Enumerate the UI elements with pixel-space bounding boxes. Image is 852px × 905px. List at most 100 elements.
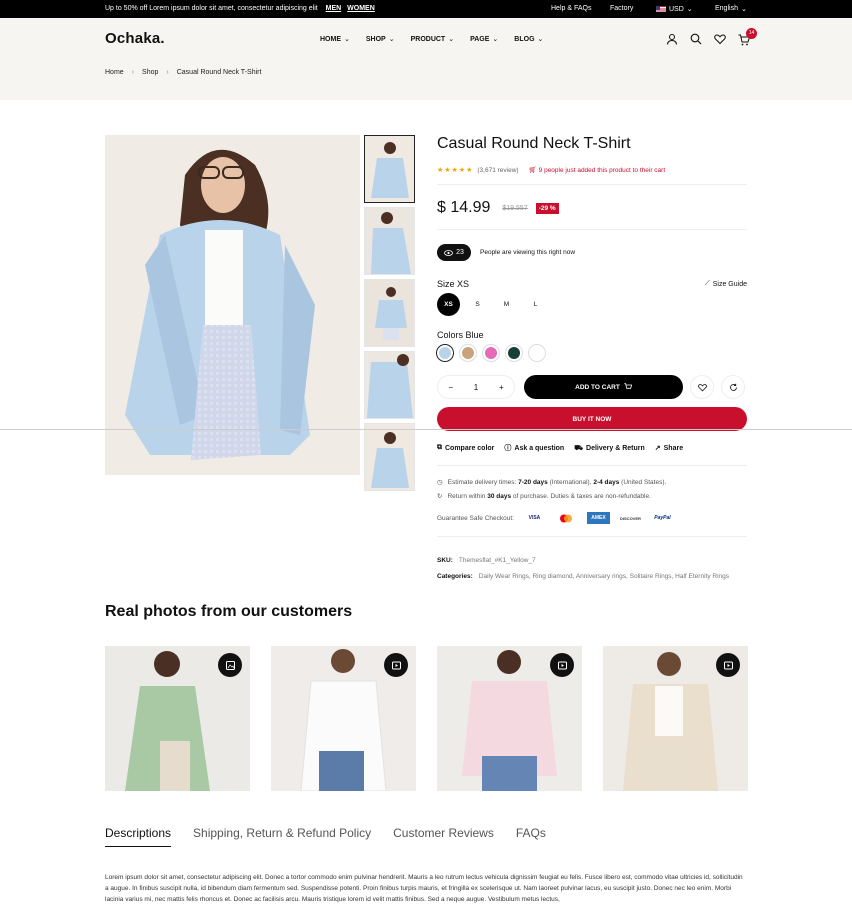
decrease-button[interactable]: − — [448, 383, 453, 392]
ask-question-link[interactable]: ⓘ Ask a question — [504, 443, 564, 453]
color-swatch[interactable] — [437, 345, 453, 361]
breadcrumb: Home › Shop › Casual Round Neck T-Shirt — [105, 69, 261, 76]
play-video-icon[interactable] — [716, 653, 740, 677]
color-swatch[interactable] — [506, 345, 522, 361]
customer-photo[interactable] — [437, 646, 582, 791]
us-flag-icon — [656, 6, 666, 12]
delivery-return-link[interactable]: ⛟ Delivery & Return — [574, 443, 645, 453]
sku-value: Themesflat_#K1_Yellow_7 — [458, 557, 536, 564]
current-price: $ 14.99 — [437, 199, 491, 216]
clock-icon: ◷ — [437, 479, 443, 486]
breadcrumb-current: Casual Round Neck T-Shirt — [176, 69, 262, 76]
chevron-down-icon: ⌄ — [344, 36, 350, 43]
women-link[interactable]: WOMEN — [347, 5, 375, 12]
divider — [437, 465, 747, 466]
thumbnail-list — [364, 135, 416, 495]
tab-shipping-return[interactable]: Shipping, Return & Refund Policy — [193, 826, 371, 847]
customer-photo[interactable] — [603, 646, 748, 791]
language-select[interactable]: English ⌄ — [715, 5, 747, 13]
chevron-right-icon: › — [166, 69, 169, 76]
nav-page[interactable]: PAGE ⌄ — [470, 35, 498, 43]
safe-checkout: Guarantee Safe Checkout: VISA AMEX DISCO… — [437, 512, 747, 524]
size-option[interactable]: L — [524, 293, 547, 316]
men-link[interactable]: MEN — [326, 5, 342, 12]
currency-select[interactable]: USD ⌄ — [656, 5, 693, 13]
cart-count-badge: 14 — [746, 28, 757, 39]
size-option[interactable]: M — [495, 293, 518, 316]
chevron-down-icon: ⌄ — [388, 36, 395, 43]
tab-faqs[interactable]: FAQs — [516, 826, 546, 847]
customer-photo[interactable] — [105, 646, 250, 791]
size-option[interactable]: XS — [437, 293, 460, 316]
model-photo — [105, 135, 360, 475]
increase-button[interactable]: + — [499, 383, 504, 392]
thumbnail-image[interactable] — [364, 423, 415, 491]
nav-product[interactable]: PRODUCT ⌄ — [411, 35, 455, 43]
thumbnail-image[interactable] — [364, 279, 415, 347]
viewers-row: 23 People are viewing this right now — [437, 244, 747, 261]
color-label: Colors Blue — [437, 330, 484, 340]
cart-row: − 1 + ADD TO CART — [437, 375, 747, 399]
wishlist-button[interactable] — [690, 375, 714, 399]
question-icon: ⓘ — [504, 445, 512, 452]
logo[interactable]: Ochaka. — [105, 30, 165, 47]
cart-activity-note: 🛒︎ 9 people just added this product to t… — [528, 167, 666, 174]
customer-photo[interactable] — [271, 646, 416, 791]
size-option[interactable]: S — [466, 293, 489, 316]
divider — [437, 229, 747, 230]
product-tabs: Descriptions Shipping, Return & Refund P… — [105, 826, 546, 847]
chevron-down-icon: ⌄ — [740, 6, 747, 13]
viewers-pill: 23 — [437, 244, 471, 261]
discount-badge: -29 % — [535, 202, 559, 214]
chevron-down-icon: ⌄ — [686, 6, 693, 13]
color-options — [437, 345, 747, 361]
chevron-down-icon: ⌄ — [492, 36, 499, 43]
nav-home[interactable]: HOME ⌄ — [320, 35, 350, 43]
heart-icon[interactable] — [714, 33, 726, 45]
product-main-image[interactable] — [105, 135, 360, 475]
color-swatch[interactable] — [483, 345, 499, 361]
search-icon[interactable] — [690, 33, 702, 45]
user-icon[interactable] — [666, 33, 678, 45]
tab-customer-reviews[interactable]: Customer Reviews — [393, 826, 494, 847]
size-row: Size XS ⟋ Size Guide — [437, 279, 747, 289]
header-icons: 14 — [666, 28, 757, 46]
play-video-icon[interactable] — [550, 653, 574, 677]
play-video-icon[interactable] — [384, 653, 408, 677]
breadcrumb-shop[interactable]: Shop — [142, 69, 158, 76]
add-to-cart-button[interactable]: ADD TO CART — [524, 375, 683, 399]
compare-button[interactable] — [721, 375, 745, 399]
thumbnail-image[interactable] — [364, 135, 415, 203]
factory-link[interactable]: Factory — [610, 5, 633, 12]
promo-text: Up to 50% off Lorem ipsum dolor sit amet… — [105, 5, 375, 12]
share-icon: ↗ — [654, 445, 661, 452]
thumbnail-image[interactable] — [364, 207, 415, 275]
size-label: Size XS — [437, 279, 470, 289]
truck-icon: ⛟ — [574, 444, 584, 452]
chevron-down-icon: ⌄ — [448, 36, 455, 43]
visa-icon: VISA — [528, 515, 541, 521]
review-count[interactable]: (3,671 review) — [477, 167, 518, 174]
divider — [437, 184, 747, 185]
nav-shop[interactable]: SHOP ⌄ — [366, 35, 395, 43]
eye-icon — [444, 249, 453, 256]
cart-button[interactable]: 14 — [738, 28, 757, 46]
tab-descriptions[interactable]: Descriptions — [105, 826, 172, 847]
compare-color-link[interactable]: ⧉ Compare color — [437, 443, 494, 453]
share-link[interactable]: ↗ Share — [655, 443, 683, 453]
checkout-label: Guarantee Safe Checkout: — [437, 514, 514, 522]
thumbnail-image[interactable] — [364, 351, 415, 419]
color-swatch[interactable] — [529, 345, 545, 361]
product-meta: SKU: Themesflat_#K1_Yellow_7 Categories: D… — [437, 557, 729, 580]
product-title: Casual Round Neck T-Shirt — [437, 135, 631, 152]
image-icon[interactable] — [218, 653, 242, 677]
breadcrumb-home[interactable]: Home — [105, 69, 124, 76]
real-photos-grid — [105, 646, 748, 791]
nav-blog[interactable]: BLOG ⌄ — [514, 35, 543, 43]
size-guide-link[interactable]: ⟋ Size Guide — [705, 279, 747, 289]
color-swatch[interactable] — [460, 345, 476, 361]
categories-value[interactable]: Daily Wear Rings, Ring diamond, Annivers… — [479, 573, 729, 580]
help-faqs-link[interactable]: Help & FAQs — [551, 5, 591, 12]
buy-now-button[interactable]: BUY IT NOW — [437, 407, 747, 431]
quantity-value[interactable]: 1 — [474, 383, 478, 392]
